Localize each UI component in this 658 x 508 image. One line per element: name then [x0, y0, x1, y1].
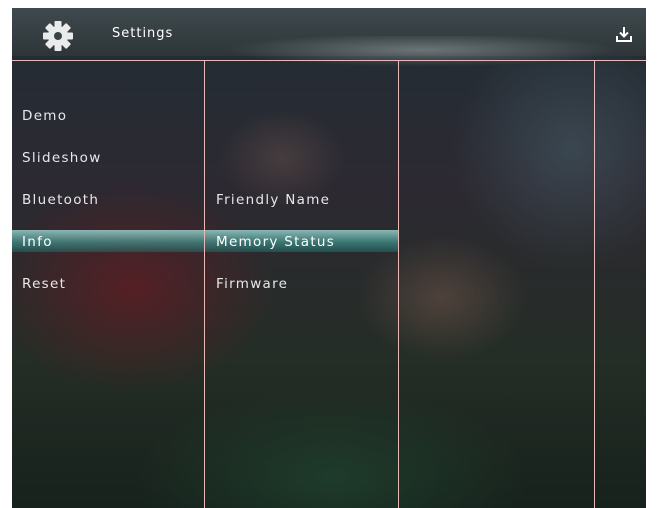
header-divider: [12, 60, 646, 61]
title-bar: Settings: [12, 8, 646, 76]
page-title: Settings: [112, 26, 174, 41]
column-divider-3: [594, 60, 595, 508]
submenu-item-friendly-name[interactable]: Friendly Name: [216, 192, 330, 208]
column-divider-1: [204, 60, 205, 508]
submenu-item-memory-status[interactable]: Memory Status: [216, 234, 335, 250]
photo-frame-screen: Settings Demo Slideshow Bluetooth Info R…: [12, 8, 646, 508]
menu-item-bluetooth[interactable]: Bluetooth: [22, 192, 99, 208]
menu-item-slideshow[interactable]: Slideshow: [22, 150, 102, 166]
column-divider-2: [398, 60, 399, 508]
menu-item-info[interactable]: Info: [22, 234, 53, 250]
download-icon[interactable]: [614, 24, 634, 44]
menu-item-reset[interactable]: Reset: [22, 276, 66, 292]
gear-icon[interactable]: [42, 20, 74, 52]
submenu-item-firmware[interactable]: Firmware: [216, 276, 288, 292]
menu-item-demo[interactable]: Demo: [22, 108, 67, 124]
